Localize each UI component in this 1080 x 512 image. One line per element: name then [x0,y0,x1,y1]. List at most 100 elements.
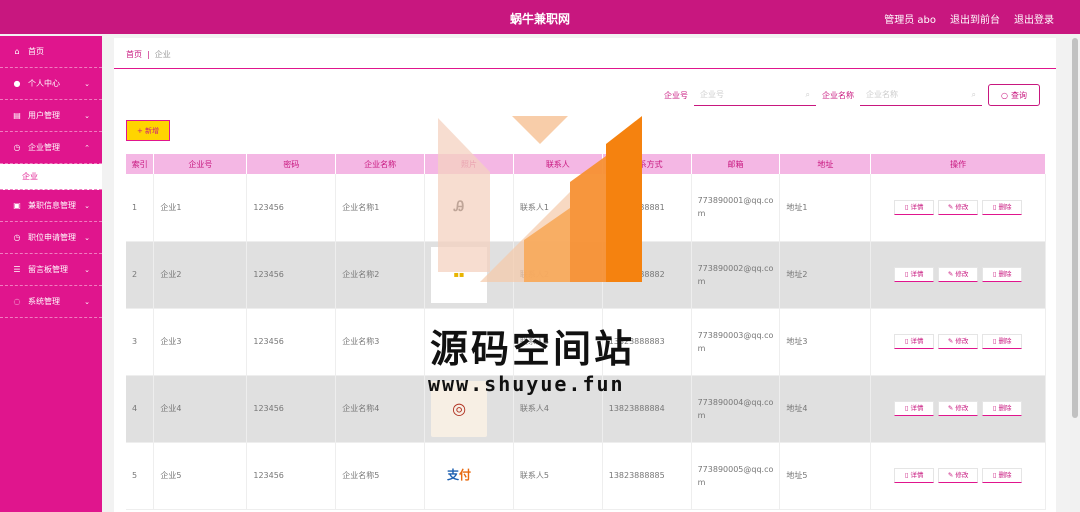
edit-button[interactable]: ✎ 修改 [938,401,979,416]
cell-password: 123456 [246,174,337,242]
query-button[interactable]: ○ 查询 [988,84,1040,106]
sidebar: ⌂ 首页 ● 个人中心 ⌄ ▤ 用户管理 ⌄ ◷ 企业管理 ⌃ 企业 ▣ 兼职信… [0,36,102,512]
search-bar: 企业号 企业号 ⌕ 企业名称 企业名称 ⌕ ○ 查询 [664,84,1040,106]
sidebar-item-label: 用户管理 [28,111,60,120]
sidebar-item-label: 兼职信息管理 [28,201,76,210]
column-header: 企业名称 [335,154,426,174]
sidebar-item-system-management[interactable]: ◌ 系统管理 ⌄ [0,286,102,318]
cell-index: 3 [126,308,155,376]
cell-password: 123456 [246,241,337,309]
sidebar-item-user-management[interactable]: ▤ 用户管理 ⌄ [0,100,102,132]
sidebar-item-label: 留言板管理 [28,265,68,274]
chevron-down-icon: ⌄ [84,111,90,120]
cell-phone: 13823888885 [602,442,692,510]
edit-label: 修改 [955,471,969,479]
company-name-placeholder: 企业名称 [866,90,898,99]
sidebar-item-label: 首页 [28,47,44,56]
pencil-icon: ✎ [947,337,954,345]
cell-contact: 联系人2 [513,241,603,309]
sidebar-item-label: 职位申请管理 [28,233,76,242]
scrollbar-thumb[interactable] [1072,38,1078,418]
row-actions: ▯ 详情 ✎ 修改 ▯ 删除 [877,468,1039,483]
column-header: 地址 [779,154,872,174]
cell-company-no: 企业3 [153,308,248,376]
cell-email: 773890005@qq.com [691,442,781,510]
delete-button[interactable]: ▯ 删除 [982,267,1023,282]
cell-phone: 13823888881 [602,174,692,242]
delete-label: 删除 [998,404,1012,412]
search-icon: ○ [1001,90,1008,100]
detail-button[interactable]: ▯ 详情 [894,199,935,215]
delete-button[interactable]: ▯ 删除 [982,334,1023,349]
company-no-input[interactable]: 企业号 ⌕ [694,84,816,106]
cell-email: 773890004@qq.com [691,375,781,443]
sidebar-item-job-application-management[interactable]: ◷ 职位申请管理 ⌄ [0,222,102,254]
breadcrumb-separator: | [147,50,150,59]
trash-icon: ▯ [992,202,997,211]
vertical-scrollbar[interactable] [1070,36,1080,512]
cell-email: 773890003@qq.com [691,308,781,376]
trash-icon: ▯ [992,471,997,479]
chevron-up-icon: ⌃ [84,143,90,152]
clock-icon: ◷ [13,143,21,152]
detail-button[interactable]: ▯ 详情 [894,468,935,483]
company-no-label: 企业号 [664,90,688,100]
edit-button[interactable]: ✎ 修改 [938,468,979,483]
row-actions: ▯ 详情 ✎ 修改 ▯ 删除 [877,199,1039,215]
delete-button[interactable]: ▯ 删除 [982,468,1023,483]
delete-label: 删除 [998,471,1012,479]
header-links: 管理员 abo 退出到前台 退出登录 [884,11,1054,26]
sidebar-item-job-info-management[interactable]: ▣ 兼职信息管理 ⌄ [0,190,102,222]
document-icon: ▣ [13,201,21,210]
cell-index: 4 [126,375,155,443]
breadcrumb-divider [114,68,1056,69]
breadcrumb-home-link[interactable]: 首页 [126,50,142,59]
delete-button[interactable]: ▯ 删除 [982,199,1023,215]
sidebar-item-personal-center[interactable]: ● 个人中心 ⌄ [0,68,102,100]
cell-company-name: 企业名称2 [335,241,426,309]
detail-button[interactable]: ▯ 详情 [894,267,935,282]
edit-button[interactable]: ✎ 修改 [938,199,979,215]
admin-user-label[interactable]: 管理员 abo [884,11,936,26]
company-photo: ▪▪ [431,246,488,303]
detail-label: 详情 [910,270,924,278]
edit-button[interactable]: ✎ 修改 [938,334,979,349]
watermark-url: www.shuyue.fun [428,372,625,396]
watermark-text: 源码空间站 [430,327,636,371]
edit-label: 修改 [955,202,969,211]
detail-label: 详情 [910,404,924,412]
sidebar-item-home[interactable]: ⌂ 首页 [0,36,102,68]
trash-icon: ▯ [992,404,997,412]
cell-company-no: 企业2 [153,241,248,309]
document-icon: ▯ [904,202,909,211]
company-no-placeholder: 企业号 [700,90,724,99]
detail-button[interactable]: ▯ 详情 [894,401,935,416]
detail-label: 详情 [910,471,924,479]
table-row: 1 企业1 123456 企业名称1 Ꭿ 联系人1 13823888881 77… [126,174,1046,242]
delete-label: 删除 [998,337,1012,345]
company-photo: 支付 [447,468,472,482]
logout-link[interactable]: 退出登录 [1014,11,1054,26]
sidebar-item-message-board-management[interactable]: ☰ 留言板管理 ⌄ [0,254,102,286]
exit-to-front-link[interactable]: 退出到前台 [950,11,1000,26]
add-button[interactable]: + 新增 [126,120,170,141]
delete-button[interactable]: ▯ 删除 [982,401,1023,416]
edit-button[interactable]: ✎ 修改 [938,267,979,282]
chevron-down-icon: ⌄ [84,297,90,306]
search-icon: ⌕ [971,89,976,99]
cell-company-no: 企业5 [153,442,248,510]
company-name-input[interactable]: 企业名称 ⌕ [860,84,982,106]
column-header: 照片 [424,154,514,174]
detail-button[interactable]: ▯ 详情 [894,334,935,349]
sidebar-item-company-management[interactable]: ◷ 企业管理 ⌃ [0,132,102,164]
table-header-row: 索引 企业号 密码 企业名称 照片 联系人 联系方式 邮箱 地址 操作 [126,154,1046,174]
cell-address: 地址2 [779,241,872,309]
breadcrumb-current: 企业 [154,50,171,59]
cell-contact: 联系人1 [513,174,603,242]
breadcrumb: 首页 | 企业 [126,49,171,60]
trash-icon: ▯ [992,270,997,278]
cell-company-no: 企业1 [153,174,248,242]
submenu-item-company[interactable]: 企业 [0,164,102,190]
search-icon: ⌕ [805,89,810,99]
document-icon: ▯ [904,471,909,479]
